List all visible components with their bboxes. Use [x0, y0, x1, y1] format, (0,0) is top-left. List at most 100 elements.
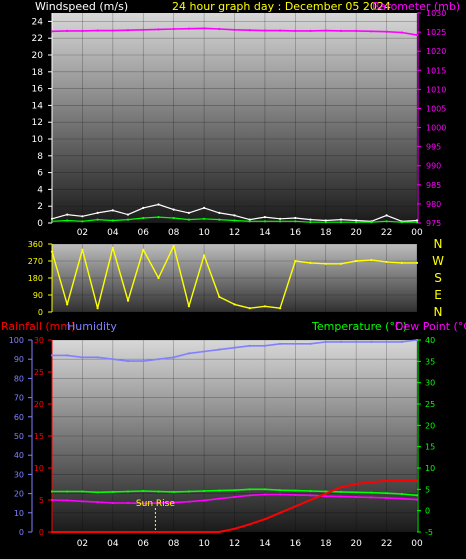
windspeed-point	[203, 206, 206, 209]
barometer-point	[96, 29, 99, 32]
barometer-point	[126, 29, 130, 32]
temperature-point	[309, 489, 312, 493]
rainfall-point	[385, 479, 388, 482]
barometer-point	[309, 29, 312, 32]
temperature-point	[218, 489, 221, 492]
barometer-point	[218, 27, 221, 31]
barometer-point	[415, 34, 419, 37]
dewpoint-point	[248, 494, 251, 497]
compass-letter: E	[434, 288, 442, 302]
humidity-point	[96, 356, 99, 359]
x-tick-label: 18	[320, 228, 332, 238]
temperature-point	[187, 490, 190, 493]
rainfall-tick-label: 0	[39, 528, 44, 537]
rainfall-point	[81, 530, 84, 534]
temperature-tick-label: -5	[425, 528, 433, 537]
barometer-point	[142, 28, 145, 31]
rainfall-point	[126, 530, 130, 534]
wind-direction-point	[400, 261, 403, 264]
humidity-point	[66, 354, 69, 357]
temperature-tick-label: 25	[425, 400, 435, 409]
gust-point	[142, 216, 145, 220]
rainfall-axis-title: Rainfall (mm)	[1, 320, 75, 333]
barometer-point	[339, 29, 343, 32]
temperature-tick-label: 30	[425, 379, 435, 388]
x-tick-label: 16	[290, 539, 302, 549]
barometer-point	[385, 30, 388, 33]
barometer-point	[111, 29, 114, 32]
windspeed-point	[218, 211, 221, 214]
wind-direction-point	[203, 254, 206, 257]
windspeed-point	[294, 216, 297, 220]
humidity-tick-label: 40	[14, 451, 24, 460]
rainfall-point	[400, 479, 403, 482]
dewpoint-point	[66, 499, 69, 502]
wind-direction-point	[415, 261, 419, 264]
wind-direction-point	[263, 305, 266, 308]
windspeed-tick-label: 8	[37, 152, 43, 162]
temperature-point	[157, 490, 160, 493]
dewpoint-point	[187, 500, 190, 503]
gust-point	[339, 221, 343, 224]
humidity-point	[248, 344, 251, 347]
humidity-point	[279, 342, 282, 345]
dewpoint-point	[111, 501, 114, 505]
barometer-tick-label: 1025	[426, 28, 446, 37]
humidity-point	[415, 338, 419, 342]
windspeed-point	[263, 216, 266, 219]
humidity-point	[126, 360, 130, 363]
dewpoint-axis-title: Dew Point (°C)	[395, 320, 466, 333]
wind-direction-point	[142, 248, 145, 251]
rainfall-point	[142, 530, 145, 534]
rainfall-point	[96, 530, 99, 534]
x-tick-label: 22	[381, 228, 392, 238]
humidity-point	[172, 356, 175, 359]
gust-point	[400, 221, 403, 224]
gust-point	[233, 219, 236, 222]
windspeed-point	[157, 203, 160, 206]
barometer-tick-label: 975	[426, 219, 441, 228]
windspeed-tick-label: 18	[32, 68, 44, 78]
rainfall-point	[111, 530, 114, 534]
x-tick-label: 04	[107, 228, 119, 238]
temperature-point	[279, 489, 282, 492]
humidity-tick-label: 0	[19, 528, 24, 537]
windspeed-tick-label: 14	[32, 101, 44, 111]
wind-direction-point	[355, 259, 358, 263]
windspeed-point	[187, 211, 190, 214]
rainfall-point	[309, 498, 312, 502]
dewpoint-point	[309, 494, 312, 497]
humidity-point	[400, 340, 403, 343]
windspeed-tick-label: 4	[37, 185, 43, 195]
rainfall-point	[187, 530, 190, 534]
gust-point	[263, 220, 266, 223]
wind-direction-point	[309, 261, 312, 264]
barometer-tick-label: 985	[426, 181, 441, 190]
rainfall-tick-label: 25	[34, 368, 44, 377]
dewpoint-point	[385, 496, 388, 499]
temperature-point	[294, 489, 297, 492]
barometer-point	[370, 30, 373, 33]
windspeed-tick-label: 16	[32, 85, 44, 95]
temperature-point	[248, 488, 251, 491]
dewpoint-point	[415, 498, 419, 501]
temperature-point	[81, 490, 84, 493]
x-tick-label: 14	[259, 228, 271, 238]
temperature-point	[96, 491, 99, 494]
direction-tick-label: 90	[33, 291, 43, 300]
rainfall-tick-label: 10	[34, 464, 44, 473]
compass-letter: N	[434, 237, 443, 251]
humidity-tick-label: 80	[14, 374, 24, 383]
rainfall-point	[50, 530, 54, 534]
barometer-point	[248, 29, 251, 32]
humidity-point	[355, 340, 358, 343]
temperature-axis-title: Temperature (°C)	[311, 320, 407, 333]
barometer-point	[172, 27, 175, 31]
rainfall-point	[233, 527, 236, 530]
humidity-point	[339, 340, 343, 343]
temperature-tick-label: 20	[425, 421, 435, 430]
x-tick-label: 20	[350, 539, 362, 549]
x-tick-label: 08	[168, 539, 180, 549]
temperature-point	[203, 489, 206, 493]
x-tick-label: 14	[259, 539, 271, 549]
